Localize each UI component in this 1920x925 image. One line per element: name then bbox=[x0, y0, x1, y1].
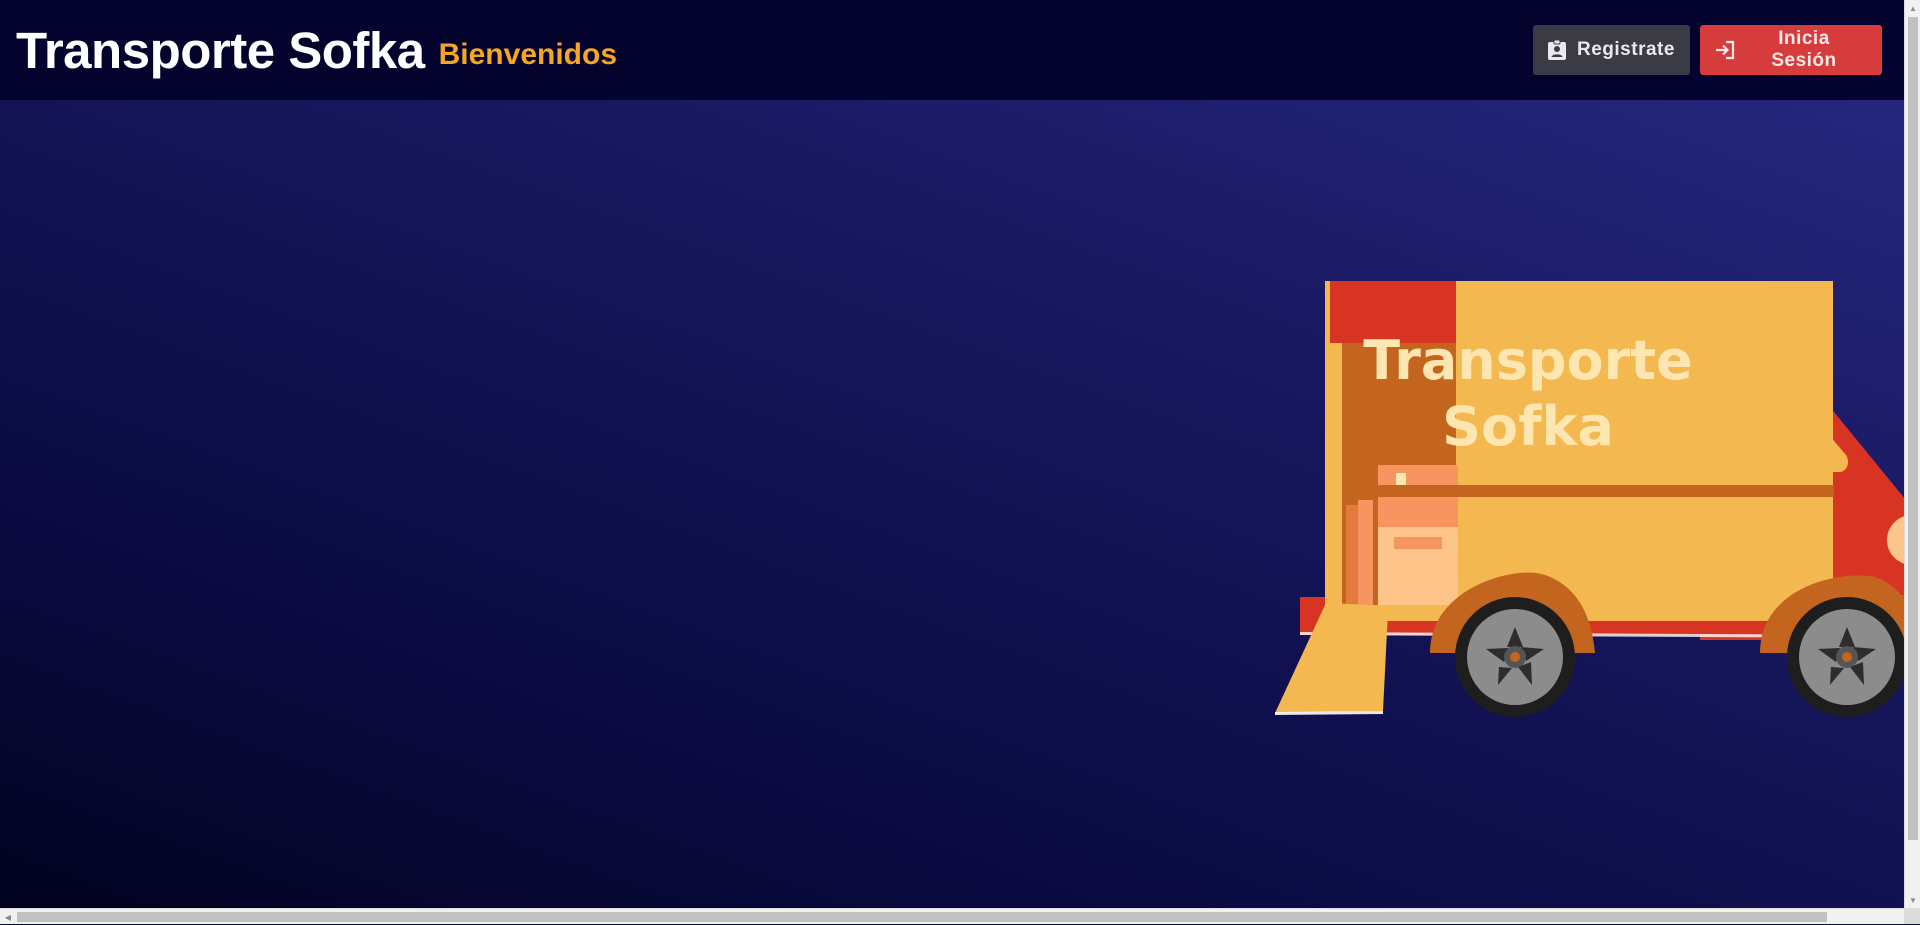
truck-text-line1: Transporte bbox=[1363, 329, 1692, 392]
scroll-down-arrow-icon[interactable]: ▼ bbox=[1905, 892, 1920, 908]
top-navbar: Transporte Sofka Bienvenidos Registrate bbox=[0, 0, 1904, 100]
register-button[interactable]: Registrate bbox=[1533, 25, 1690, 75]
horizontal-scrollbar[interactable]: ◀ ▶ bbox=[0, 908, 1920, 924]
contact-badge-icon bbox=[1547, 39, 1567, 61]
scroll-left-arrow-icon[interactable]: ◀ bbox=[0, 909, 16, 925]
login-button[interactable]: Inicia Sesión bbox=[1700, 25, 1882, 75]
login-icon bbox=[1714, 39, 1736, 61]
vertical-scroll-thumb[interactable] bbox=[1908, 17, 1918, 840]
page-viewport: Transporte Sofka Bienvenidos Registrate bbox=[0, 0, 1904, 908]
scroll-up-arrow-icon[interactable]: ▲ bbox=[1905, 0, 1920, 16]
welcome-text: Bienvenidos bbox=[439, 38, 617, 72]
login-label: Inicia Sesión bbox=[1746, 28, 1862, 72]
delivery-truck-illustration: Transporte Sofka bbox=[1140, 275, 1904, 735]
header-actions: Registrate Inicia Sesión bbox=[1533, 25, 1882, 75]
hero-section: Transporte Sofka bbox=[0, 100, 1904, 908]
horizontal-scroll-thumb[interactable] bbox=[17, 912, 1827, 922]
register-label: Registrate bbox=[1577, 39, 1675, 61]
truck-text-line2: Sofka bbox=[1442, 395, 1614, 458]
vertical-scrollbar[interactable]: ▲ ▼ bbox=[1904, 0, 1920, 908]
scrollbar-corner bbox=[1904, 908, 1920, 924]
brand-title[interactable]: Transporte Sofka bbox=[16, 25, 425, 76]
